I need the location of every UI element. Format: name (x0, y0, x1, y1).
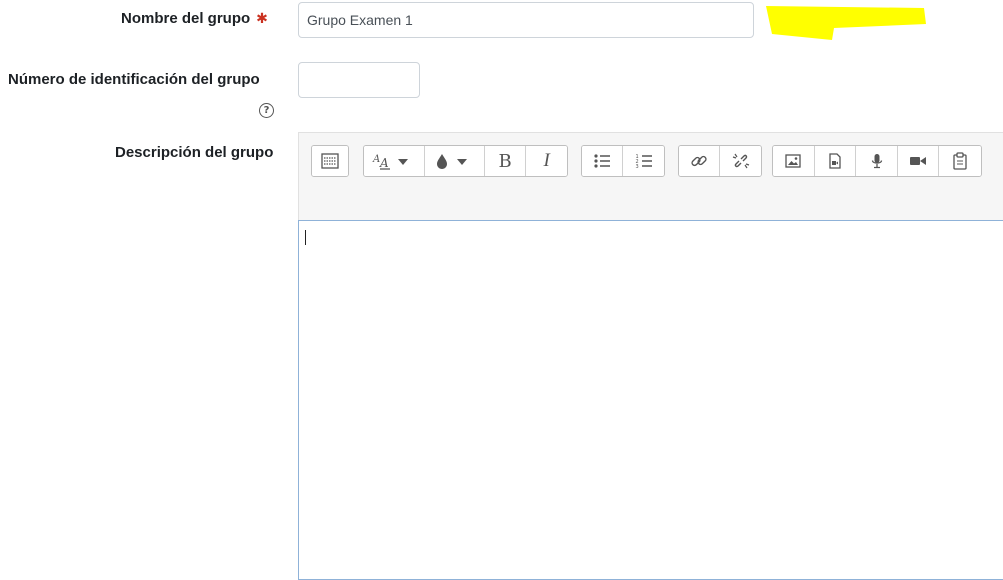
unlink-button[interactable] (720, 146, 761, 176)
toggle-toolbar-button[interactable] (312, 146, 348, 176)
group-name-input[interactable] (298, 2, 754, 38)
required-icon: ✱ (256, 10, 268, 26)
toolbar-group-lists: 1 2 3 (581, 145, 665, 177)
text-style-icon: A A (372, 154, 409, 170)
svg-text:3: 3 (635, 164, 638, 169)
bold-button[interactable]: B (484, 146, 527, 176)
record-audio-button[interactable] (856, 146, 898, 176)
toggle-toolbar-icon (321, 153, 339, 169)
record-audio-icon (871, 154, 882, 169)
ordered-list-button[interactable]: 1 2 3 (623, 146, 664, 176)
editor-toolbar: A A B I 1 2 3 (298, 132, 1003, 220)
unlink-icon (732, 153, 749, 169)
highlight-marker (766, 6, 926, 40)
manage-files-icon (953, 152, 967, 170)
toolbar-group-links (678, 145, 762, 177)
image-icon (785, 154, 801, 168)
svg-text:A: A (379, 156, 389, 170)
group-id-input[interactable] (298, 62, 420, 98)
italic-icon: I (543, 150, 550, 171)
toolbar-group-toggle (311, 145, 349, 177)
text-caret (305, 230, 306, 245)
record-video-button[interactable] (897, 146, 940, 176)
italic-button[interactable]: I (526, 146, 567, 176)
record-video-icon (910, 157, 927, 165)
ordered-list-icon: 1 2 3 (635, 154, 652, 169)
unordered-list-icon (594, 154, 610, 168)
group-name-label: Nombre del grupo ✱ (121, 10, 268, 27)
toolbar-group-format: A A B I (363, 145, 568, 177)
bold-icon: B (498, 150, 512, 172)
description-editor[interactable] (298, 220, 1003, 580)
link-button[interactable] (679, 146, 720, 176)
toolbar-group-media (772, 145, 982, 177)
group-name-label-text: Nombre del grupo (121, 10, 251, 27)
font-color-button[interactable] (425, 146, 485, 176)
link-icon (691, 155, 707, 167)
manage-files-button[interactable] (939, 146, 981, 176)
media-icon (829, 153, 841, 169)
unordered-list-button[interactable] (582, 146, 623, 176)
question-circle-icon[interactable]: ? (259, 103, 274, 118)
font-color-icon (436, 154, 467, 169)
image-button[interactable] (773, 146, 815, 176)
svg-text:A: A (372, 154, 380, 165)
text-style-button[interactable]: A A (364, 146, 426, 176)
group-id-label: Número de identificación del grupo (8, 71, 260, 88)
media-button[interactable] (814, 146, 857, 176)
group-description-label: Descripción del grupo (115, 144, 274, 161)
